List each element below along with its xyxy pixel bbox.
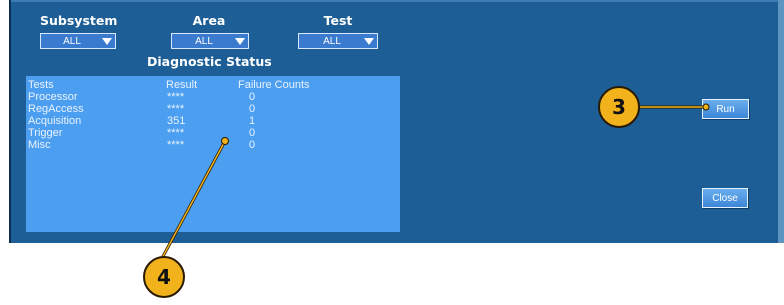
row-failure-count: 0 <box>248 127 256 139</box>
row-failure-count: 1 <box>248 115 256 127</box>
area-dropdown[interactable]: ALL <box>171 33 249 49</box>
column-header-tests: Tests <box>28 79 54 91</box>
subsystem-dropdown-value: ALL <box>63 35 81 47</box>
row-test-name: Misc <box>28 139 51 151</box>
row-test-name: RegAccess <box>28 103 84 115</box>
test-label: Test <box>323 13 353 28</box>
row-result: **** <box>167 103 185 115</box>
subsystem-dropdown[interactable]: ALL <box>40 33 116 49</box>
chevron-down-icon[interactable] <box>361 34 377 48</box>
column-header-failure-counts: Failure Counts <box>238 79 310 91</box>
area-dropdown-value: ALL <box>195 35 213 47</box>
panel-right-edge <box>778 0 784 243</box>
row-result: **** <box>167 139 185 151</box>
callout-4: 4 <box>143 256 185 298</box>
chevron-down-icon[interactable] <box>99 34 115 48</box>
row-test-name: Trigger <box>28 127 63 139</box>
test-dropdown-value: ALL <box>323 35 341 47</box>
subsystem-label: Subsystem <box>40 13 118 28</box>
area-label: Area <box>192 13 226 28</box>
panel-top-border <box>11 0 784 2</box>
callout-3: 3 <box>598 86 640 128</box>
chevron-down-icon[interactable] <box>232 34 248 48</box>
test-dropdown[interactable]: ALL <box>298 33 378 49</box>
row-result: 351 <box>167 115 186 127</box>
close-button[interactable]: Close <box>702 188 748 208</box>
run-button[interactable]: Run <box>702 99 749 119</box>
row-failure-count: 0 <box>248 91 256 103</box>
row-test-name: Processor <box>28 91 78 103</box>
row-failure-count: 0 <box>248 139 256 151</box>
row-test-name: Acquisition <box>28 115 82 127</box>
row-result: **** <box>167 91 185 103</box>
diagnostic-results-list[interactable]: Tests Result Failure Counts Processor **… <box>26 76 400 232</box>
row-result: **** <box>167 127 185 139</box>
row-failure-count: 0 <box>248 103 256 115</box>
diagnostic-status-title: Diagnostic Status <box>147 54 272 69</box>
column-header-result: Result <box>166 79 198 91</box>
